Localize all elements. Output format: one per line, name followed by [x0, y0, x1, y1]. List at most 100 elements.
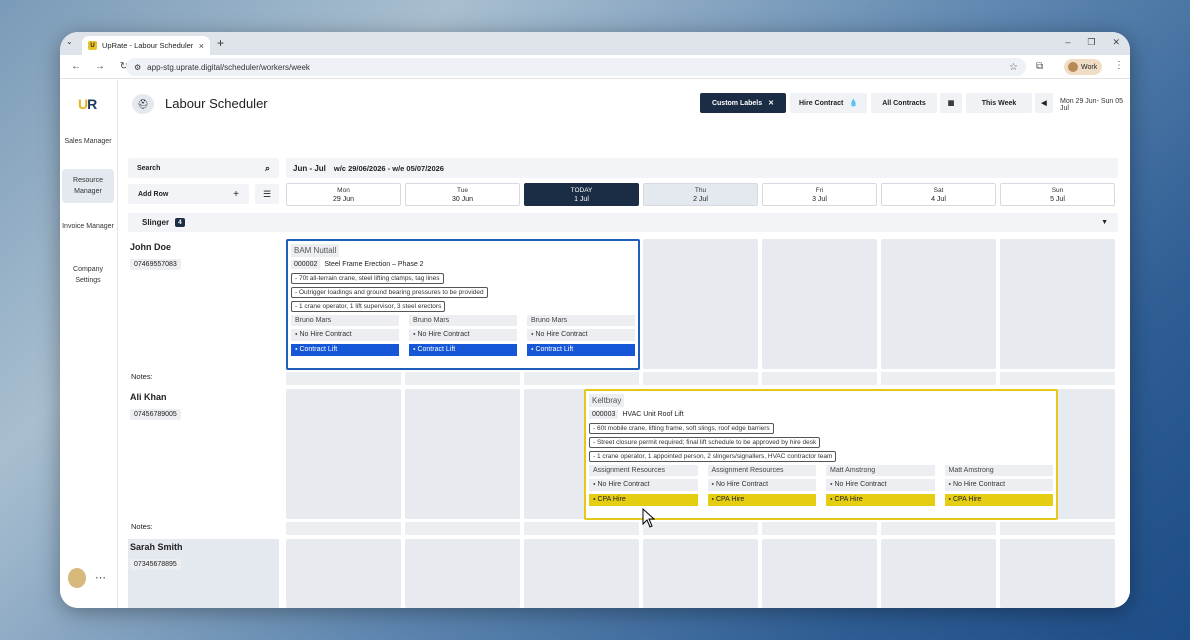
site-settings-icon[interactable]: ⚙: [134, 63, 141, 72]
hire-contract-tag[interactable]: ⬩ No Hire Contract: [291, 329, 399, 341]
address-bar[interactable]: ⚙ app-stg.uprate.digital/scheduler/worke…: [126, 58, 1026, 76]
notes-cell[interactable]: [881, 372, 996, 385]
hire-contract-tag[interactable]: ⬩ No Hire Contract: [707, 479, 816, 491]
notes-cell[interactable]: [1000, 372, 1115, 385]
lift-tag[interactable]: ⬩ Contract Lift: [527, 344, 635, 356]
close-tab-icon[interactable]: ×: [199, 41, 204, 51]
job-card[interactable]: Keltbray 000003 HVAC Unit Roof Lift - 60…: [584, 389, 1058, 520]
new-tab-icon[interactable]: +: [217, 36, 224, 50]
resource-name[interactable]: Assignment Resources: [707, 465, 816, 476]
notes-cell[interactable]: [524, 372, 639, 385]
extensions-icon[interactable]: ⧉: [1036, 61, 1043, 72]
hire-contract-button[interactable]: Hire Contract 💧: [790, 93, 867, 113]
close-window-icon[interactable]: ✕: [1112, 37, 1120, 48]
day-header-tue[interactable]: Tue 30 Jun: [405, 183, 520, 206]
notes-cell[interactable]: [286, 522, 401, 535]
schedule-cell[interactable]: [881, 239, 996, 369]
custom-labels-button[interactable]: Custom Labels ✕: [700, 93, 786, 113]
chevron-down-icon[interactable]: ▼: [1101, 219, 1108, 226]
sidebar-item-resource-manager[interactable]: Resource Manager: [62, 169, 114, 203]
notes-cell[interactable]: [405, 372, 520, 385]
notes-cell[interactable]: [643, 522, 758, 535]
schedule-cell[interactable]: [286, 539, 401, 608]
day-header-sat[interactable]: Sat 4 Jul: [881, 183, 996, 206]
notes-cell[interactable]: [762, 522, 877, 535]
notes-cell[interactable]: [405, 522, 520, 535]
lift-tag[interactable]: ⬩ CPA Hire: [707, 494, 816, 506]
resource-name[interactable]: Assignment Resources: [589, 465, 698, 476]
worker-name[interactable]: Sarah Smith: [130, 542, 183, 552]
all-contracts-button[interactable]: All Contracts: [871, 93, 937, 113]
day-header-today[interactable]: TODAY 1 Jul: [524, 183, 639, 206]
calendar-button[interactable]: ▦: [940, 93, 962, 113]
restore-icon[interactable]: ❐: [1087, 37, 1095, 48]
schedule-cell[interactable]: [881, 539, 996, 608]
list-view-button[interactable]: ☰: [255, 184, 279, 204]
schedule-cell[interactable]: [1000, 539, 1115, 608]
user-menu-icon[interactable]: ⋯: [95, 571, 106, 584]
schedule-cell[interactable]: [405, 539, 520, 608]
notes-cell[interactable]: [524, 522, 639, 535]
minimize-icon[interactable]: –: [1065, 37, 1070, 48]
schedule-cell[interactable]: [1000, 239, 1115, 369]
add-row-button[interactable]: Add Row +: [128, 184, 249, 204]
uprate-logo[interactable]: UR: [78, 96, 97, 112]
day-dow: Sun: [1051, 187, 1064, 194]
resource-name[interactable]: Bruno Mars: [409, 315, 517, 326]
hire-contract-tag[interactable]: ⬩ No Hire Contract: [527, 329, 635, 341]
schedule-cell[interactable]: [762, 539, 877, 608]
browser-menu-icon[interactable]: ⋮: [1114, 60, 1124, 71]
search-input[interactable]: Search ⌕: [128, 158, 279, 178]
all-contracts-label: All Contracts: [882, 99, 926, 107]
job-client: BAM Nuttall: [291, 244, 340, 257]
profile-button[interactable]: Work: [1064, 59, 1102, 75]
day-header-mon[interactable]: Mon 29 Jun: [286, 183, 401, 206]
user-avatar[interactable]: [68, 568, 86, 588]
range-label: Jun - Jul: [293, 163, 326, 173]
notes-cell[interactable]: [643, 372, 758, 385]
hire-contract-tag[interactable]: ⬩ No Hire Contract: [944, 479, 1053, 491]
resource-name[interactable]: Bruno Mars: [291, 315, 399, 326]
lift-tag[interactable]: ⬩ CPA Hire: [944, 494, 1053, 506]
sidebar-item-company-settings[interactable]: Company Settings: [62, 258, 114, 292]
day-header-sun[interactable]: Sun 5 Jul: [1000, 183, 1115, 206]
prev-week-button[interactable]: ◀: [1035, 93, 1053, 113]
job-card[interactable]: BAM Nuttall 000002 Steel Frame Erection …: [286, 239, 640, 370]
worker-name[interactable]: John Doe: [130, 242, 171, 252]
notes-cell[interactable]: [286, 372, 401, 385]
schedule-cell[interactable]: [762, 239, 877, 369]
notes-cell[interactable]: [881, 522, 996, 535]
resource-name[interactable]: Bruno Mars: [527, 315, 635, 326]
browser-tab[interactable]: U UpRate - Labour Scheduler ×: [82, 36, 210, 55]
lift-tag[interactable]: ⬩ CPA Hire: [589, 494, 698, 506]
group-header-slinger[interactable]: Slinger 4 ▼: [128, 213, 1118, 232]
schedule-cell[interactable]: [643, 539, 758, 608]
this-week-button[interactable]: This Week: [966, 93, 1032, 113]
hire-contract-tag[interactable]: ⬩ No Hire Contract: [409, 329, 517, 341]
close-icon[interactable]: ✕: [768, 99, 774, 107]
worker-name[interactable]: Ali Khan: [130, 392, 167, 402]
notes-cell[interactable]: [762, 372, 877, 385]
sidebar-item-invoice-manager[interactable]: Invoice Manager: [62, 215, 114, 238]
schedule-cell[interactable]: [286, 389, 401, 519]
tab-search-icon[interactable]: ⌄: [66, 37, 73, 46]
schedule-cell[interactable]: [643, 239, 758, 369]
hire-contract-tag[interactable]: ⬩ No Hire Contract: [826, 479, 935, 491]
notes-cell[interactable]: [1000, 522, 1115, 535]
bookmark-star-icon[interactable]: ☆: [1009, 62, 1018, 73]
lift-tag[interactable]: ⬩ Contract Lift: [291, 344, 399, 356]
back-icon[interactable]: ←: [68, 61, 84, 72]
hire-contract-tag[interactable]: ⬩ No Hire Contract: [589, 479, 698, 491]
schedule-cell[interactable]: [405, 389, 520, 519]
resource-name[interactable]: Matt Amstrong: [826, 465, 935, 476]
day-header-fri[interactable]: Fri 3 Jul: [762, 183, 877, 206]
sidebar-item-sales-manager[interactable]: Sales Manager: [62, 130, 114, 153]
day-header-thu[interactable]: Thu 2 Jul: [643, 183, 758, 206]
lift-tag[interactable]: ⬩ CPA Hire: [826, 494, 935, 506]
day-dow: Tue: [457, 187, 468, 194]
resource-name[interactable]: Matt Amstrong: [944, 465, 1053, 476]
lift-tag[interactable]: ⬩ Contract Lift: [409, 344, 517, 356]
schedule-cell[interactable]: [524, 539, 639, 608]
forward-icon[interactable]: →: [92, 61, 108, 72]
resource-columns: Assignment Resources ⬩ No Hire Contract …: [589, 465, 1053, 506]
